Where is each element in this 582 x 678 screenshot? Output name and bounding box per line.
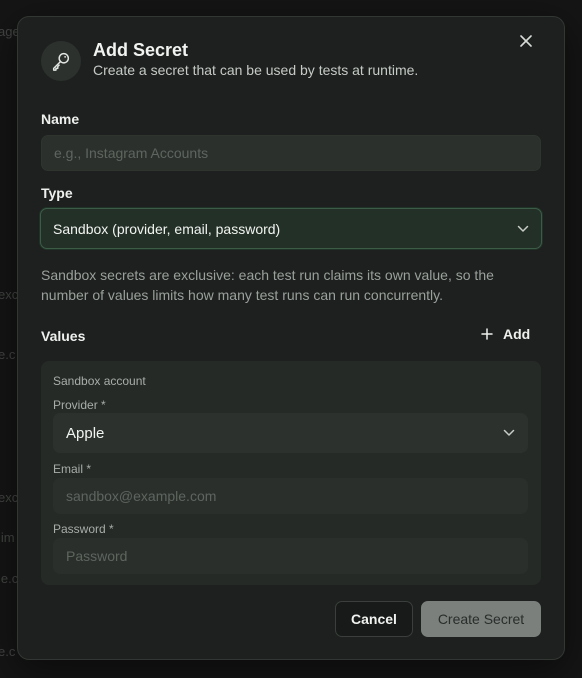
add-value-button[interactable]: Add [481,326,530,342]
dialog-subtitle: Create a secret that can be used by test… [93,62,419,78]
close-icon [520,35,532,47]
plus-icon [481,328,493,340]
values-label: Values [41,328,86,344]
email-input[interactable] [53,478,528,514]
key-icon [52,52,70,71]
type-help-text: Sandbox secrets are exclusive: each test… [41,267,494,303]
name-input[interactable] [41,135,541,171]
sandbox-account-heading: Sandbox account [53,374,146,388]
background-text: exc [0,490,19,505]
background-text: exc [0,287,19,302]
close-button[interactable] [515,32,537,50]
provider-label: Provider * [53,398,106,412]
cancel-button[interactable]: Cancel [335,601,413,637]
background-text: e.c [0,644,16,659]
type-select-value: Sandbox (provider, email, password) [53,220,281,237]
password-label: Password * [53,522,114,536]
provider-select-value: Apple [66,424,105,442]
name-label: Name [41,111,80,127]
chevron-down-icon [517,225,529,232]
add-value-label: Add [503,326,531,342]
background-text: e.c [0,347,16,362]
password-input[interactable] [53,538,528,574]
background-text: lim [0,530,15,545]
email-label: Email * [53,462,92,476]
create-secret-button[interactable]: Create Secret [421,601,541,637]
chevron-down-icon [503,429,515,436]
type-select[interactable]: Sandbox (provider, email, password) [40,208,542,249]
background-text: le.c [0,571,19,586]
type-label: Type [41,185,73,201]
key-badge [41,41,81,81]
provider-select[interactable]: Apple [53,413,528,453]
dialog-title: Add Secret [93,40,189,60]
